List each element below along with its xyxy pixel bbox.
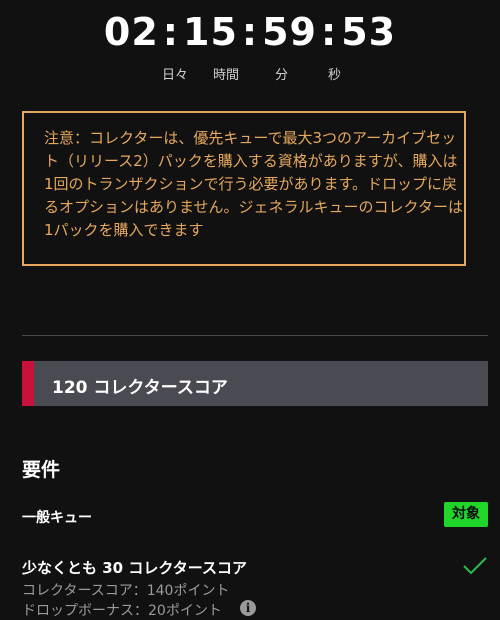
unit-label-minutes: 分 [275, 68, 289, 83]
countdown-hours: 15 [183, 10, 238, 54]
unit-label-hours: 時間 [213, 68, 240, 83]
purchase-notice-text: 注意：コレクターは、優先キューで最大3つのアーカイブセット（リリース2）パックを… [44, 129, 463, 239]
countdown-minutes: 59 [262, 10, 317, 54]
drop-bonus-detail: ドロップボーナス：20ポイント [22, 603, 222, 619]
purchase-notice-box: 注意：コレクターは、優先キューで最大3つのアーカイブセット（リリース2）パックを… [22, 111, 466, 266]
general-queue-label: 一般キュー [22, 510, 92, 526]
collector-score-detail: コレクタースコア：140ポイント [22, 583, 230, 599]
countdown-seconds: 53 [341, 10, 397, 54]
info-icon[interactable]: i [240, 600, 256, 616]
checkmark-icon [463, 557, 487, 575]
unit-label-days: 日々 [162, 68, 189, 83]
eligible-badge: 対象 [444, 502, 488, 527]
countdown-separator: : [241, 10, 259, 54]
countdown-unit-labels: 日々 時間 分 秒 [0, 64, 500, 84]
countdown-days: 02 [103, 10, 159, 54]
countdown-separator: : [162, 10, 179, 54]
score-bar-accent [22, 361, 34, 406]
requirements-heading: 要件 [22, 459, 61, 481]
collector-score-bar: 120 コレクタースコア [22, 361, 488, 406]
countdown-separator: : [320, 10, 338, 54]
collector-score-label: 120 コレクタースコア [52, 378, 228, 398]
requirement-line: 少なくとも 30 コレクタースコア [22, 559, 247, 577]
countdown-timer: 02:15:59:53 [0, 10, 500, 54]
section-divider [22, 335, 488, 336]
unit-label-seconds: 秒 [328, 68, 342, 83]
